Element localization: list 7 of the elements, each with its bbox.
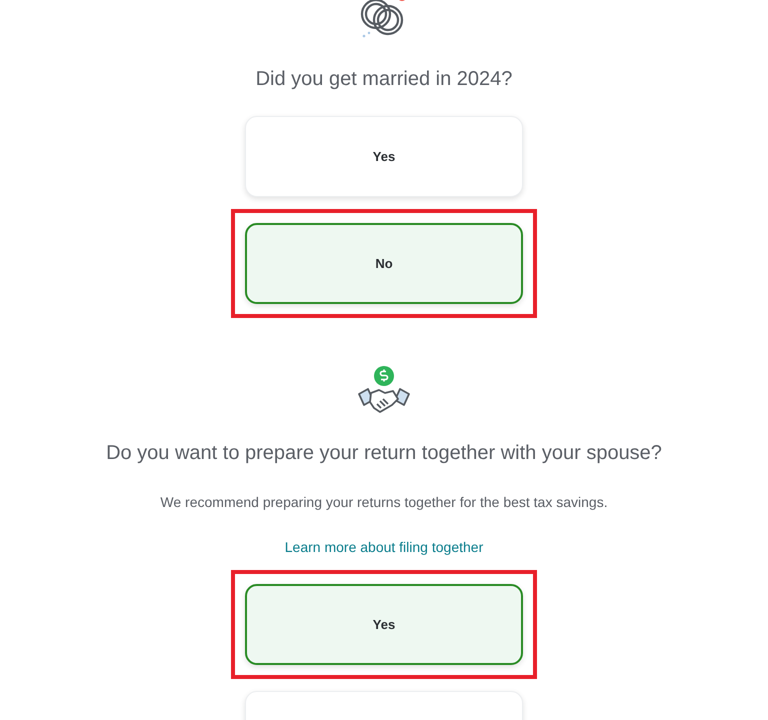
answer-option[interactable]: Yes <box>245 584 523 665</box>
answer-option[interactable]: Yes <box>245 116 523 197</box>
helper-text: We recommend preparing your returns together for the best tax savings. <box>160 493 608 512</box>
answer-option[interactable]: No <box>245 223 523 304</box>
question-title: Did you get married in 2024? <box>256 67 512 92</box>
learn-more-link[interactable]: Learn more about filing together <box>284 537 484 558</box>
question-title: Do you want to prepare your return together with your spouse? <box>106 441 662 466</box>
